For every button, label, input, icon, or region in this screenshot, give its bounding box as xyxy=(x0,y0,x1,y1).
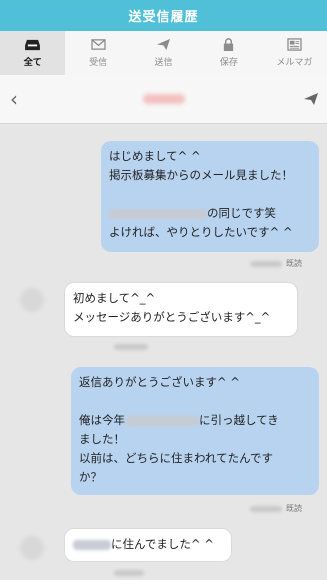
lock-icon xyxy=(224,38,234,51)
send-icon xyxy=(157,38,171,51)
chevron-left-icon[interactable]: ‹ xyxy=(10,87,18,111)
tab-bar: 全て 受信 送信 保存 メルマガ xyxy=(0,31,327,76)
message-line xyxy=(109,185,311,204)
tab-label: 全て xyxy=(23,58,42,68)
redacted-timestamp xyxy=(250,260,282,267)
message-line: に住んでました^ ^ xyxy=(73,535,223,554)
message-bubble-sent: はじめまして^ ^ 掲示板募集からのメール見ました！ の同じです笑 よければ、や… xyxy=(101,141,319,252)
message-line: か？ xyxy=(79,470,102,484)
tab-received[interactable]: 受信 xyxy=(65,31,130,75)
message-line: 掲示板募集からのメール見ました！ xyxy=(109,168,293,182)
message-meta: 既読 xyxy=(250,503,302,514)
message-meta xyxy=(114,344,148,350)
inbox-icon xyxy=(25,39,41,51)
message-line: 俺は今年 に引っ越してき xyxy=(79,413,279,427)
newspaper-icon xyxy=(287,38,302,51)
message-meta xyxy=(114,570,144,576)
message-bubble-received: 初めまして^_^ メッセージありがとうございます^_^ xyxy=(64,282,298,337)
message-bubble-sent: 返信ありがとうございます^ ^ 俺は今年 に引っ越してき ました！ 以前は、どちら… xyxy=(71,367,319,495)
read-status: 既読 xyxy=(286,504,302,513)
avatar xyxy=(20,288,44,312)
message-line: ました！ xyxy=(79,432,125,446)
tab-sent[interactable]: 送信 xyxy=(131,31,196,75)
tab-label: メルマガ xyxy=(276,58,313,68)
message-bubble-received: に住んでました^ ^ xyxy=(64,528,232,562)
message-line: 返信ありがとうございます^ ^ xyxy=(79,375,240,389)
avatar xyxy=(20,536,44,560)
tab-label: 送信 xyxy=(154,58,173,68)
contact-name-redacted xyxy=(143,94,185,104)
redacted-text xyxy=(109,208,207,219)
send-icon[interactable] xyxy=(303,92,319,106)
redacted-text xyxy=(73,539,111,550)
message-line: の同じです笑 xyxy=(109,204,311,223)
tab-label: 保存 xyxy=(219,58,238,68)
redacted-timestamp xyxy=(114,344,148,350)
message-line: メッセージありがとうございます^_^ xyxy=(73,310,271,324)
message-line: はじめまして^ ^ xyxy=(109,149,201,163)
message-line: 初めまして^_^ xyxy=(73,291,156,305)
app-title-bar: 送受信履歴 xyxy=(0,0,327,31)
message-line: 以前は、どちらに住まわれてたんです xyxy=(79,451,274,465)
message-meta: 既読 xyxy=(250,258,302,269)
redacted-text xyxy=(125,415,199,426)
tab-mailmag[interactable]: メルマガ xyxy=(262,31,327,75)
page-title: 送受信履歴 xyxy=(128,10,199,25)
tab-label: 受信 xyxy=(89,58,108,68)
redacted-timestamp xyxy=(114,570,144,576)
tab-all[interactable]: 全て xyxy=(0,31,66,75)
message-line: よければ、やりとりしたいです^ ^ xyxy=(109,225,293,239)
envelope-icon xyxy=(90,39,106,50)
read-status: 既読 xyxy=(286,259,302,268)
redacted-timestamp xyxy=(250,505,282,512)
message-line xyxy=(79,392,311,411)
conversation-header: ‹ xyxy=(0,75,327,124)
tab-saved[interactable]: 保存 xyxy=(196,31,261,75)
